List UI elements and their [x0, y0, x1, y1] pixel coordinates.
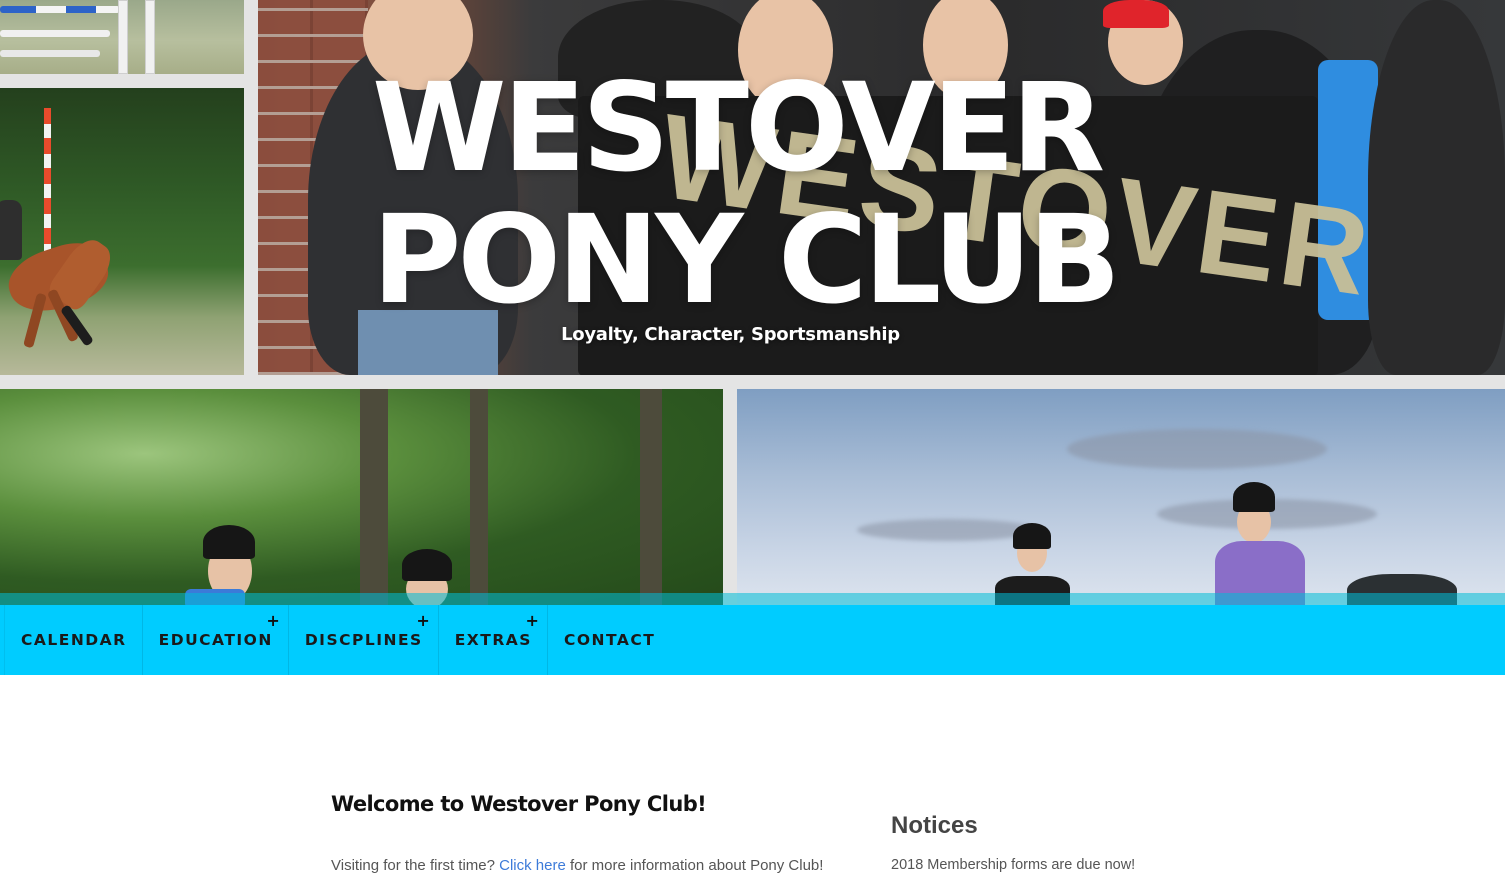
nav-item-label: CONTACT	[563, 631, 656, 649]
riding-helmet	[402, 549, 452, 581]
notices-heading: Notices	[891, 812, 978, 839]
riding-helmet	[203, 525, 255, 559]
nav-item-label: CALENDAR	[21, 631, 127, 649]
riding-helmet	[1233, 482, 1275, 512]
riders-sky-photo	[737, 389, 1505, 605]
plus-icon[interactable]: +	[526, 611, 539, 630]
person	[1368, 0, 1505, 375]
jump-standard	[118, 0, 128, 74]
welcome-paragraph: Visiting for the first time? Click here …	[331, 857, 823, 874]
welcome-heading: Welcome to Westover Pony Club!	[331, 792, 707, 816]
cloud	[1067, 429, 1327, 469]
nav-item-extras[interactable]: EXTRAS +	[437, 605, 547, 675]
nav-item-label: EDUCATION	[158, 631, 273, 649]
nav-item-label: DISCPLINES	[304, 631, 423, 649]
hero-collage: WESTOVER WESTOVER PONY CLUB Loyalty, Cha…	[0, 0, 1505, 605]
rider	[0, 200, 22, 260]
jump-pole	[0, 6, 120, 13]
nav-item-education[interactable]: EDUCATION +	[141, 605, 288, 675]
jump-pole	[0, 30, 110, 37]
nav-top-strip	[0, 593, 1505, 605]
jump-standard	[145, 0, 155, 74]
plus-icon[interactable]: +	[266, 611, 279, 630]
site-title-line2: PONY CLUB	[372, 189, 1121, 331]
nav-item-disciplines[interactable]: DISCPLINES +	[287, 605, 438, 675]
site-tagline: Loyalty, Character, Sportsmanship	[561, 324, 900, 345]
main-nav: CALENDAR EDUCATION + DISCPLINES + EXTRAS…	[0, 605, 1505, 675]
site-title: WESTOVER PONY CLUB	[372, 62, 1132, 326]
plus-icon[interactable]: +	[416, 611, 429, 630]
welcome-suffix: for more information about Pony Club!	[565, 857, 824, 874]
tree-trunk	[470, 389, 488, 605]
click-here-link[interactable]: Click here	[499, 857, 566, 874]
nav-item-contact[interactable]: CONTACT	[546, 605, 670, 675]
jump-poles-photo	[0, 0, 244, 74]
nav-item-calendar[interactable]: CALENDAR	[4, 605, 142, 675]
welcome-prefix: Visiting for the first time?	[331, 857, 500, 874]
red-cap	[1103, 0, 1169, 28]
tree-trunk	[640, 389, 662, 605]
site-title-line1: WESTOVER	[372, 57, 1105, 199]
riders-in-trees-photo	[0, 389, 723, 605]
notice-item: 2018 Membership forms are due now!	[891, 857, 1136, 873]
jump-pole	[0, 50, 100, 57]
tree-trunk	[360, 389, 388, 605]
riding-helmet	[1013, 523, 1051, 549]
nav-item-label: EXTRAS	[454, 631, 532, 649]
cloud	[857, 519, 1037, 541]
horse-jumping-photo	[0, 88, 244, 375]
